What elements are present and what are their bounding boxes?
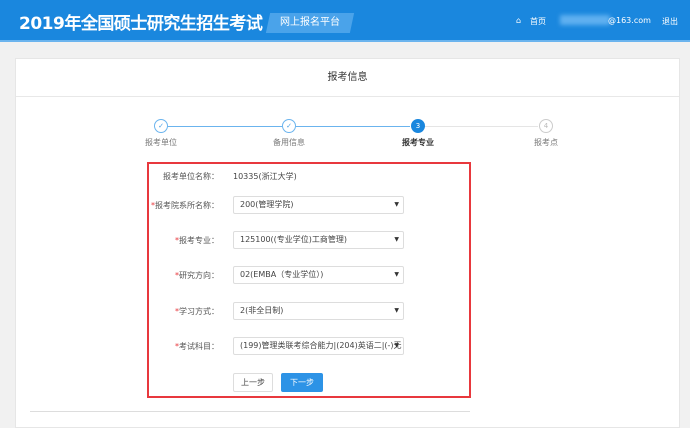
dropdown-arrow-icon: ▼ [394,342,399,349]
label-text: 学习方式： [179,307,219,316]
unit-label: 报考单位名称： [163,172,219,181]
step-4: 4 报考点 [506,119,586,148]
field-label: *学习方式： [175,306,219,317]
field-label: *报考专业： [175,235,219,246]
select-value: 02(EMBA（专业学位）) [240,270,324,279]
department-select[interactable]: 200(管理学院) ▼ [233,196,404,214]
blurred-email [560,15,610,25]
select-value: 125100((专业学位)工商管理) [240,235,348,244]
select-value: 200(管理学院) [240,200,294,209]
select-value: 2(非全日制) [240,306,284,315]
direction-select[interactable]: 02(EMBA（专业学位）) ▼ [233,266,404,284]
dropdown-arrow-icon: ▼ [394,271,399,278]
field-label: *报考院系所名称： [151,200,219,211]
subjects-select[interactable]: (199)管理类联考综合能力|(204)英语二|(-)无 ▼ [233,337,404,355]
platform-label: 网上报名平台 [280,17,340,28]
dropdown-arrow-icon: ▼ [394,201,399,208]
home-icon[interactable]: ⌂ [516,16,521,25]
step-1: ✓ 报考单位 [121,119,201,148]
major-select[interactable]: 125100((专业学位)工商管理) ▼ [233,231,404,249]
divider [30,411,470,412]
next-step-button[interactable]: 下一步 [281,373,323,392]
check-icon: ✓ [154,119,168,133]
user-email: @163.com [608,16,651,25]
select-value: (199)管理类联考综合能力|(204)英语二|(-)无 [240,341,402,350]
platform-badge: 网上报名平台 [265,13,355,33]
dropdown-arrow-icon: ▼ [394,307,399,314]
step-label: 备用信息 [273,138,305,147]
highlight-box: 报考单位名称： 10335(浙江大学) *报考院系所名称： 200(管理学院) ▼… [147,162,471,398]
step-label: 报考点 [534,138,558,147]
dropdown-arrow-icon: ▼ [394,236,399,243]
unit-value: 10335(浙江大学) [233,172,297,181]
study-mode-select[interactable]: 2(非全日制) ▼ [233,302,404,320]
top-header: 2019年全国硕士研究生招生考试 网上报名平台 ⌂ 首页 @163.com 退出 [0,0,690,42]
label-text: 报考院系所名称： [155,201,219,210]
logout-link[interactable]: 退出 [662,16,678,27]
step-2: ✓ 备用信息 [249,119,329,148]
site-title: 2019年全国硕士研究生招生考试 [19,14,263,34]
field-label: *研究方向： [175,270,219,281]
home-link[interactable]: 首页 [530,16,546,27]
step-3: 3 报考专业 [378,119,458,148]
step-number: 4 [539,119,553,133]
step-label: 报考专业 [402,138,434,147]
step-number: 3 [411,119,425,133]
label-text: 报考专业： [179,236,219,245]
label-text: 考试科目： [179,342,219,351]
label-text: 研究方向： [179,271,219,280]
prev-step-button[interactable]: 上一步 [233,373,273,392]
check-icon: ✓ [282,119,296,133]
step-label: 报考单位 [145,138,177,147]
field-label: *考试科目： [175,341,219,352]
card-title: 报考信息 [16,59,679,97]
